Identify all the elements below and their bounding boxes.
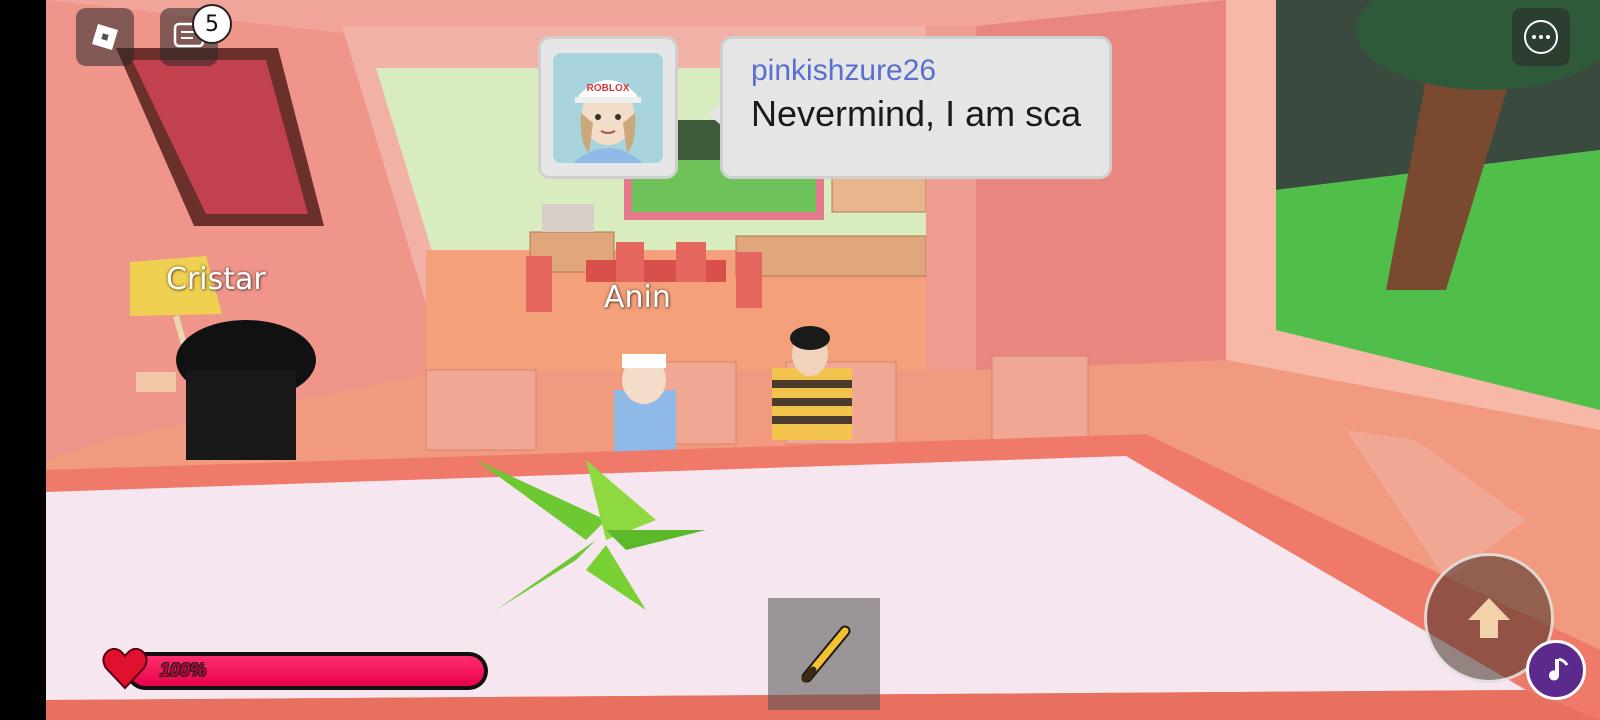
music-button[interactable]: [1526, 640, 1586, 700]
avatar-stripes-stripe-3: [772, 416, 852, 424]
dining-chair-4: [991, 355, 1089, 441]
avatar-anin-cap: [622, 354, 666, 368]
chat-message: Nevermind, I am sca: [751, 93, 1082, 134]
avatar-stripes-hair: [790, 326, 830, 350]
chat-avatar-card: ROBLOX: [538, 36, 678, 179]
heart-icon: [102, 647, 148, 690]
avatar-cristar-body: [186, 370, 296, 460]
kitchen-chair-1: [526, 256, 552, 312]
health-bar: 100%: [126, 652, 488, 690]
hotbar-slot-1[interactable]: [768, 598, 880, 710]
avatar-cristar-arm: [136, 372, 176, 392]
arrow-up-icon: [1468, 598, 1510, 638]
health-percent-label: 100%: [160, 660, 207, 680]
kitchen-stack-boxes: [542, 204, 594, 232]
chat-username: pinkishzure26: [751, 54, 937, 87]
kitchen-chair-4: [736, 252, 762, 308]
chat-unread-badge: 5: [192, 4, 232, 44]
dining-chair-1: [425, 369, 537, 451]
kitchen-upper-cabinets: [831, 177, 927, 213]
kitchen-counter-right: [735, 235, 927, 277]
baseball-bat-icon: [801, 625, 851, 683]
avatar-stripes-stripe-2: [772, 398, 852, 406]
kitchen-chair-3: [676, 242, 706, 282]
player-nametag-anin: Anin: [604, 280, 671, 315]
roblox-logo-icon: [92, 24, 118, 50]
chat-bubble: pinkishzure26 Nevermind, I am sca: [720, 36, 1112, 179]
kitchen-chair-2: [616, 242, 644, 282]
player-nametag-cristar: Cristar: [166, 262, 266, 297]
chat-avatar-cap-text: ROBLOX: [587, 83, 630, 94]
more-options-icon: [1524, 20, 1558, 54]
music-note-icon: [1549, 657, 1569, 681]
health-bar-fill: 100%: [130, 656, 484, 686]
chat-avatar-portrait: ROBLOX: [553, 52, 663, 163]
roblox-menu-button[interactable]: [76, 8, 134, 66]
avatar-stripes-stripe-1: [772, 380, 852, 388]
more-options-button[interactable]: [1512, 8, 1570, 66]
